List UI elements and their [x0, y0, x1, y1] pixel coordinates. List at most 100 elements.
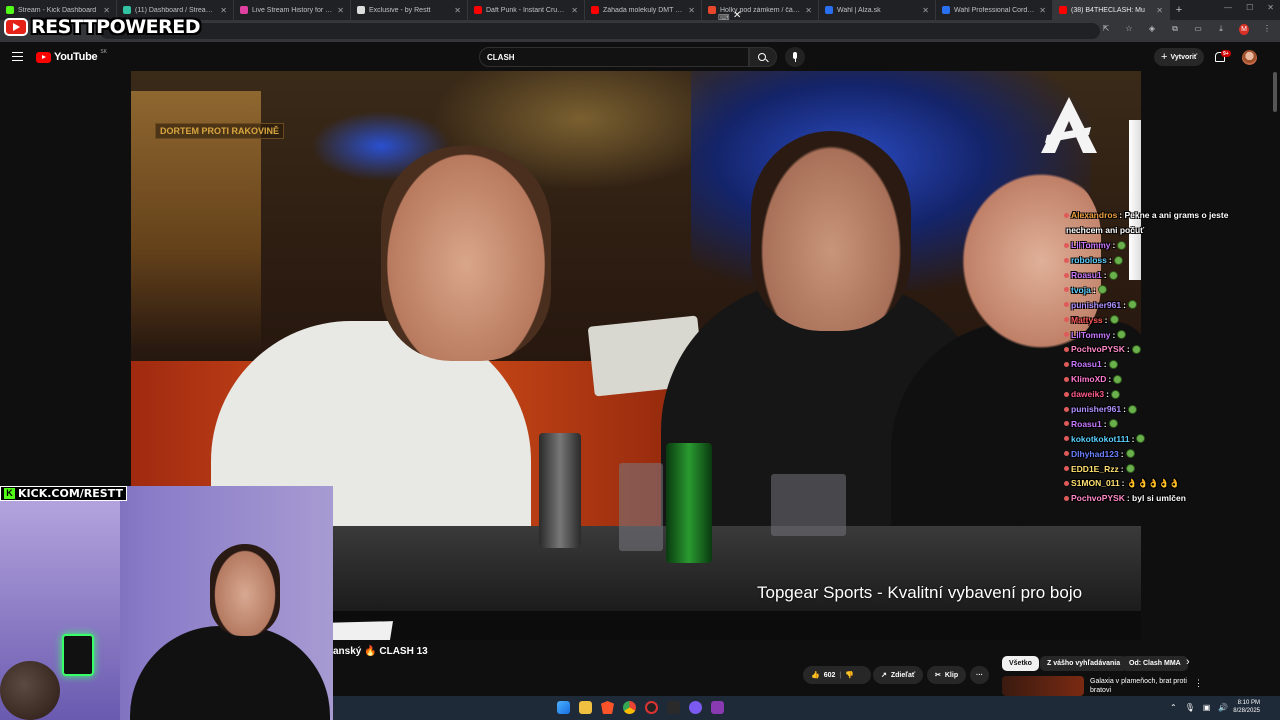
scrollbar-thumb[interactable] [1273, 72, 1277, 112]
recommended-thumbnail[interactable] [1002, 676, 1084, 696]
browser-tab[interactable]: Wahl Professional Cordless De ✕ [936, 0, 1053, 20]
tab-close-icon[interactable]: ✕ [337, 6, 344, 15]
mic-tray-icon[interactable]: 🎙 [1185, 703, 1195, 712]
voice-search-button[interactable] [785, 47, 805, 67]
clip-button[interactable]: ✂ Klip [927, 666, 967, 684]
menu-dots-icon[interactable]: ⋮ [1262, 24, 1272, 35]
chrome-icon[interactable] [623, 701, 636, 714]
streamer-head [210, 544, 280, 636]
chip-from-channel[interactable]: Od: Clash MMA [1122, 656, 1188, 671]
chat-message: Dlhyhad123: [1064, 446, 1264, 461]
create-label: Vytvoriť [1170, 53, 1198, 61]
tab-close-icon[interactable]: ✕ [922, 6, 929, 15]
tab-title: Záhada molekuly DMT a paral [603, 6, 684, 14]
tab-close-icon[interactable]: ✕ [103, 6, 110, 15]
network-icon[interactable]: ▣ [1203, 703, 1211, 712]
browser-tab[interactable]: Wahl | Alza.sk ✕ [819, 0, 936, 20]
search-button[interactable] [749, 47, 777, 67]
downloads-icon[interactable]: ⤓ [1216, 24, 1226, 35]
close-window-icon[interactable]: ✕ [1267, 3, 1274, 12]
brave-browser-icon[interactable] [601, 701, 614, 714]
search-input[interactable]: CLASH [479, 47, 749, 67]
page-scrollbar[interactable] [1272, 72, 1278, 692]
obs-icon[interactable] [645, 701, 658, 714]
chat-username: roboloss [1071, 255, 1107, 266]
chat-badge-icon [1064, 391, 1069, 397]
share-icon: ↗ [881, 672, 887, 679]
recommended-title[interactable]: Galaxia v plameňoch, brat proti bratovi [1090, 677, 1190, 695]
chat-text: : [1106, 389, 1109, 400]
chips-next-icon[interactable]: › [1186, 656, 1190, 668]
chat-emote-icon [1127, 404, 1137, 414]
chat-overlay: Alexandros: Pekne a ani grams o jeste nec… [1064, 208, 1264, 506]
tab-close-icon[interactable]: ✕ [220, 6, 227, 15]
url-field[interactable]: KuFHmM [100, 23, 1100, 39]
chat-message: S1MON_011: 👌👌👌👌👌 [1064, 476, 1264, 491]
recommended-more-icon[interactable]: ⋮ [1194, 678, 1203, 689]
chip-from-search[interactable]: Z vášho vyhľadávania [1040, 656, 1128, 671]
new-tab-button[interactable]: + [1170, 4, 1188, 16]
chip-all[interactable]: Všetko [1002, 656, 1039, 671]
chat-emote-icon [1109, 315, 1119, 325]
share-label: Zdieľať [890, 671, 916, 679]
chat-badge-icon [1064, 346, 1069, 352]
browser-tab[interactable]: (38) B4THECLASH: Mu ✕ [1053, 0, 1170, 20]
youtube-play-icon [36, 51, 51, 63]
tab-close-icon[interactable]: ✕ [1156, 6, 1163, 15]
hamburger-menu-icon[interactable] [12, 52, 23, 61]
browser-tab[interactable]: Live Stream History for Blerp S ✕ [234, 0, 351, 20]
browser-tab[interactable]: Daft Punk - Instant Crush (Vid ✕ [468, 0, 585, 20]
browser-tab[interactable]: Záhada molekuly DMT a paral ✕ [585, 0, 702, 20]
start-menu-icon[interactable] [557, 701, 570, 714]
chat-text: : [1108, 255, 1112, 266]
chat-message: Roasu1: [1064, 357, 1264, 372]
split-view-icon[interactable]: ▭ [1193, 24, 1203, 35]
more-actions-button[interactable]: ··· [970, 666, 989, 684]
create-button[interactable]: + Vytvoriť [1154, 48, 1205, 66]
chat-emote-icon [1117, 330, 1127, 340]
chat-emote-icon [1108, 419, 1118, 429]
chat-username: punisher961 [1071, 404, 1122, 415]
terminal-icon[interactable] [667, 701, 680, 714]
tab-close-icon[interactable]: ✕ [1039, 6, 1046, 15]
tray-chevron-icon[interactable]: ⌃ [1170, 703, 1177, 712]
tab-close-icon[interactable]: ✕ [688, 6, 695, 15]
chat-badge-icon [1064, 421, 1069, 427]
tab-close-icon[interactable]: ✕ [805, 6, 812, 15]
video-caption: Topgear Sports - Kvalitní vybavení pro b… [757, 583, 1083, 602]
app-icon[interactable] [711, 701, 724, 714]
youtube-home-logo[interactable]: YouTube SK [36, 49, 107, 63]
chat-text: : [1131, 433, 1135, 444]
keyboard-icon[interactable]: ⌨ [718, 13, 730, 22]
share-button[interactable]: ↗ Zdieľať [873, 666, 924, 684]
browser-tab[interactable]: Exclusive - by Restt ✕ [351, 0, 468, 20]
install-icon[interactable]: ⇱ [1101, 24, 1111, 35]
tab-favicon-icon [240, 6, 248, 14]
clock-date: 8/28/2025 [1233, 708, 1260, 714]
tab-close-icon[interactable]: ✕ [454, 6, 461, 15]
thumbs-down-icon: 👎 [845, 672, 855, 679]
bar-sign-text: DORTEM PROTI RAKOVINĚ [155, 123, 285, 139]
chat-text: : [1112, 329, 1116, 340]
chat-emote-icon [1108, 270, 1118, 280]
tab-favicon-icon [6, 6, 14, 14]
chat-badge-icon [1064, 212, 1069, 218]
taskbar-clock[interactable]: 8:10 PM 8/28/2025 [1228, 699, 1260, 715]
clear-search-icon[interactable]: ✕ [733, 10, 741, 21]
chat-message: KlimoXD: [1064, 372, 1264, 387]
chat-emote-icon [1110, 389, 1120, 399]
extensions-puzzle-icon[interactable]: ⧉ [1170, 24, 1180, 35]
bookmark-star-icon[interactable]: ☆ [1124, 24, 1134, 35]
user-avatar[interactable] [1242, 50, 1257, 65]
tab-close-icon[interactable]: ✕ [571, 6, 578, 15]
profile-avatar-icon[interactable]: M [1239, 24, 1249, 35]
maximize-icon[interactable]: ☐ [1246, 3, 1253, 12]
volume-icon[interactable]: 🔊 [1218, 703, 1228, 712]
extension-icon[interactable]: ◈ [1147, 24, 1157, 35]
discord-icon[interactable] [689, 701, 702, 714]
file-explorer-icon[interactable] [579, 701, 592, 714]
like-dislike-button[interactable]: 👍 602 | 👎 [803, 666, 871, 684]
minimize-icon[interactable]: — [1224, 3, 1232, 12]
fire-icon: 🔥 [364, 646, 377, 657]
video-title-text: anský [333, 646, 362, 657]
